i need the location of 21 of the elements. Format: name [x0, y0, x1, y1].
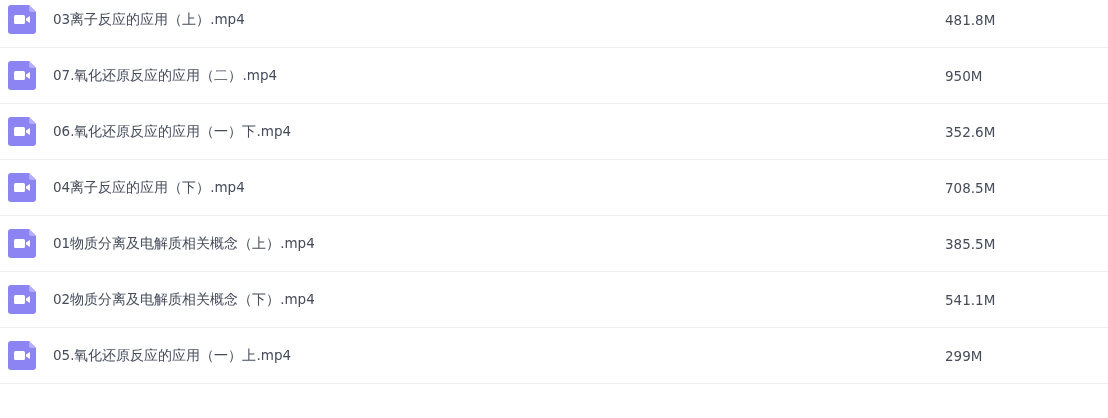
video-file-icon	[8, 229, 36, 258]
file-name[interactable]: 02物质分离及电解质相关概念（下）.mp4	[53, 290, 945, 309]
file-name[interactable]: 04离子反应的应用（下）.mp4	[53, 178, 945, 197]
file-size: 541.1M	[945, 291, 996, 308]
file-name[interactable]: 01物质分离及电解质相关概念（上）.mp4	[53, 234, 945, 253]
file-name[interactable]: 06.氧化还原反应的应用（一）下.mp4	[53, 122, 945, 141]
file-size: 299M	[945, 347, 983, 364]
file-size: 708.5M	[945, 179, 996, 196]
video-file-icon	[8, 5, 36, 34]
file-size: 481.8M	[945, 11, 996, 28]
video-file-icon	[8, 117, 36, 146]
file-size: 352.6M	[945, 123, 996, 140]
file-name[interactable]: 03离子反应的应用（上）.mp4	[53, 10, 945, 29]
file-name[interactable]: 05.氧化还原反应的应用（一）上.mp4	[53, 346, 945, 365]
file-name[interactable]: 07.氧化还原反应的应用（二）.mp4	[53, 66, 945, 85]
file-size: 950M	[945, 67, 983, 84]
video-file-icon	[8, 173, 36, 202]
video-file-icon	[8, 285, 36, 314]
video-file-icon	[8, 341, 36, 370]
video-file-icon	[8, 61, 36, 90]
file-size: 385.5M	[945, 235, 996, 252]
